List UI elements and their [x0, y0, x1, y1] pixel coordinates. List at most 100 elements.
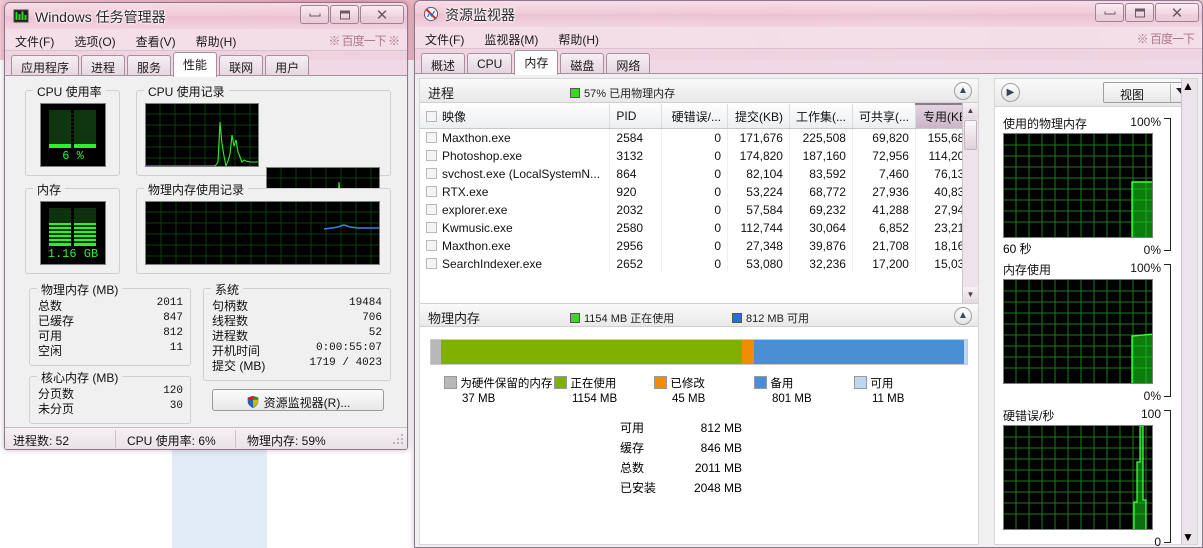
- menu-file[interactable]: 文件(F): [5, 29, 64, 50]
- maximize-button[interactable]: [330, 5, 359, 24]
- scrollbar-thumb[interactable]: [964, 120, 977, 150]
- col-image[interactable]: 映像: [420, 104, 610, 129]
- phys-cached-value: 847: [98, 312, 183, 324]
- process-table-header-row[interactable]: 映像 PID 硬错误/... 提交(KB) 工作集(... 可共享(... 专用…: [420, 104, 978, 129]
- cpu-usage-meter: 6 %: [40, 103, 106, 167]
- cell-working-set: 187,160: [789, 147, 852, 165]
- rm-tab-cpu[interactable]: CPU: [467, 53, 512, 73]
- cell-hard-faults: 0: [662, 255, 728, 273]
- resource-monitor-titlebar[interactable]: 资源监视器 ✕: [415, 1, 1202, 27]
- process-table-scrollbar[interactable]: ▲ ▼: [962, 103, 978, 303]
- table-row[interactable]: Kwmusic.exe25800112,74430,0646,85223,212: [420, 219, 978, 237]
- physmem-inuse-summary: 1154 MB 正在使用: [570, 310, 674, 326]
- sidebar-scroll-up-icon[interactable]: ▲: [1182, 79, 1197, 93]
- table-row[interactable]: Maxthon.exe25840171,676225,50869,820155,…: [420, 129, 978, 148]
- scroll-down-icon[interactable]: ▼: [963, 287, 978, 303]
- rm-menu-help[interactable]: 帮助(H): [548, 27, 609, 48]
- resource-monitor-button[interactable]: 资源监视器(R)...: [212, 389, 384, 411]
- view-button-label: 视图: [1120, 86, 1144, 103]
- phys-total-label: 总数: [38, 299, 62, 313]
- menu-options[interactable]: 选项(O): [64, 29, 125, 50]
- resource-monitor-tabstrip[interactable]: 概述 CPU 内存 磁盘 网络: [415, 49, 1202, 73]
- rm-menu-monitor[interactable]: 监视器(M): [474, 27, 548, 48]
- cell-pid: 920: [610, 183, 662, 201]
- physmem-section-collapse-icon[interactable]: ▲: [954, 307, 972, 325]
- cell-working-set: 68,772: [789, 183, 852, 201]
- table-row[interactable]: Maxthon.exe2956027,34839,87621,70818,168: [420, 237, 978, 255]
- rm-tab-memory[interactable]: 内存: [514, 50, 558, 75]
- table-row[interactable]: SearchIndexer.exe2652053,08032,23617,200…: [420, 255, 978, 273]
- phys-row-free: 空闲11: [38, 342, 62, 359]
- table-row[interactable]: RTX.exe920053,22468,77227,93640,836: [420, 183, 978, 201]
- row-checkbox[interactable]: [426, 240, 437, 251]
- row-checkbox[interactable]: [426, 150, 437, 161]
- tab-performance[interactable]: 性能: [173, 52, 217, 77]
- col-commit[interactable]: 提交(KB): [728, 104, 790, 129]
- bar-standby: [754, 340, 964, 364]
- view-button-divider: [1170, 84, 1171, 102]
- row-checkbox[interactable]: [426, 132, 437, 143]
- total-value-available: 812 MB: [676, 421, 742, 435]
- cell-hard-faults: 0: [662, 147, 728, 165]
- rm-close-button[interactable]: ✕: [1155, 3, 1199, 22]
- process-section-header[interactable]: 进程 57% 已用物理内存 ▲: [420, 79, 978, 103]
- row-checkbox[interactable]: [426, 222, 437, 233]
- physical-memory-section-header[interactable]: 物理内存 1154 MB 正在使用 812 MB 可用 ▲: [420, 303, 978, 327]
- sidebar-scroll-down-icon[interactable]: ▼: [1182, 530, 1197, 544]
- memory-meter: 1.16 GB: [40, 201, 106, 265]
- view-button[interactable]: 视图: [1103, 82, 1191, 103]
- cell-working-set: 225,508: [789, 129, 852, 148]
- process-section-collapse-icon[interactable]: ▲: [954, 82, 972, 100]
- rm-maximize-button[interactable]: [1125, 3, 1154, 22]
- minimize-button[interactable]: [300, 5, 329, 24]
- col-hard-faults[interactable]: 硬错误/...: [662, 104, 728, 129]
- resource-monitor-window[interactable]: 资源监视器 ✕ 文件(F) 监视器(M) 帮助(H) ※ 百度一下 概述 CPU…: [414, 0, 1203, 548]
- table-row[interactable]: explorer.exe2032057,58469,23241,28827,94…: [420, 201, 978, 219]
- task-manager-window[interactable]: Windows 任务管理器 ✕ 文件(F) 选项(O) 查看(V) 帮助(H) …: [4, 2, 408, 450]
- phys-available-value: 812: [98, 327, 183, 339]
- scroll-up-icon[interactable]: ▲: [963, 103, 978, 119]
- cpu-history-box: CPU 使用记录: [136, 90, 391, 176]
- menu-help[interactable]: 帮助(H): [186, 29, 247, 50]
- resize-grip[interactable]: [392, 434, 404, 446]
- task-manager-menubar[interactable]: 文件(F) 选项(O) 查看(V) 帮助(H) ※ 百度一下 ※: [5, 29, 407, 51]
- resource-monitor-menubar[interactable]: 文件(F) 监视器(M) 帮助(H) ※ 百度一下: [415, 27, 1202, 49]
- graph-physical-memory-used: 使用的物理内存 100%: [1003, 115, 1175, 255]
- select-all-checkbox[interactable]: [426, 111, 437, 122]
- sidebar-expand-icon[interactable]: ▶: [1001, 83, 1020, 102]
- rm-menu-file[interactable]: 文件(F): [415, 27, 474, 48]
- sidebar-scrollbar-thumb[interactable]: [1182, 93, 1197, 119]
- table-row[interactable]: Photoshop.exe31320174,820187,16072,95611…: [420, 147, 978, 165]
- cell-image: SearchIndexer.exe: [420, 255, 610, 273]
- row-checkbox[interactable]: [426, 204, 437, 215]
- cell-pid: 2652: [610, 255, 662, 273]
- memory-box: 内存: [25, 188, 120, 274]
- legend-swatch-free: [854, 376, 867, 389]
- task-manager-tabstrip[interactable]: 应用程序 进程 服务 性能 联网 用户: [5, 51, 407, 75]
- cell-image: Maxthon.exe: [420, 237, 610, 255]
- row-checkbox[interactable]: [426, 168, 437, 179]
- system-box: 系统 句柄数19484 线程数706 进程数52 开机时间0:00:55:07 …: [203, 288, 391, 381]
- phys-available-label: 可用: [38, 329, 62, 343]
- col-pid[interactable]: PID: [610, 104, 662, 129]
- task-manager-window-controls[interactable]: ✕: [299, 5, 404, 24]
- table-row[interactable]: svchost.exe (LocalSystemN...864082,10483…: [420, 165, 978, 183]
- sidebar-scrollbar[interactable]: ▲ ▼: [1181, 79, 1197, 544]
- graph-sidebar-header[interactable]: ▶ 视图: [995, 79, 1197, 107]
- menu-view[interactable]: 查看(V): [126, 29, 186, 50]
- rm-minimize-button[interactable]: [1095, 3, 1124, 22]
- cell-commit: 53,224: [728, 183, 790, 201]
- row-checkbox[interactable]: [426, 258, 437, 269]
- col-working-set[interactable]: 工作集(...: [789, 104, 852, 129]
- cell-image: Maxthon.exe: [420, 129, 610, 148]
- close-button[interactable]: ✕: [360, 5, 404, 24]
- graph1-max: 100%: [1130, 115, 1161, 129]
- row-checkbox[interactable]: [426, 186, 437, 197]
- process-table[interactable]: 映像 PID 硬错误/... 提交(KB) 工作集(... 可共享(... 专用…: [420, 103, 978, 273]
- resource-monitor-window-controls[interactable]: ✕: [1094, 3, 1199, 22]
- graph1-bracket: [1164, 118, 1171, 251]
- task-manager-titlebar[interactable]: Windows 任务管理器 ✕: [5, 3, 407, 29]
- sys-handles-value: 19484: [272, 297, 382, 309]
- col-shareable[interactable]: 可共享(...: [852, 104, 915, 129]
- graph2-bracket: [1164, 264, 1171, 397]
